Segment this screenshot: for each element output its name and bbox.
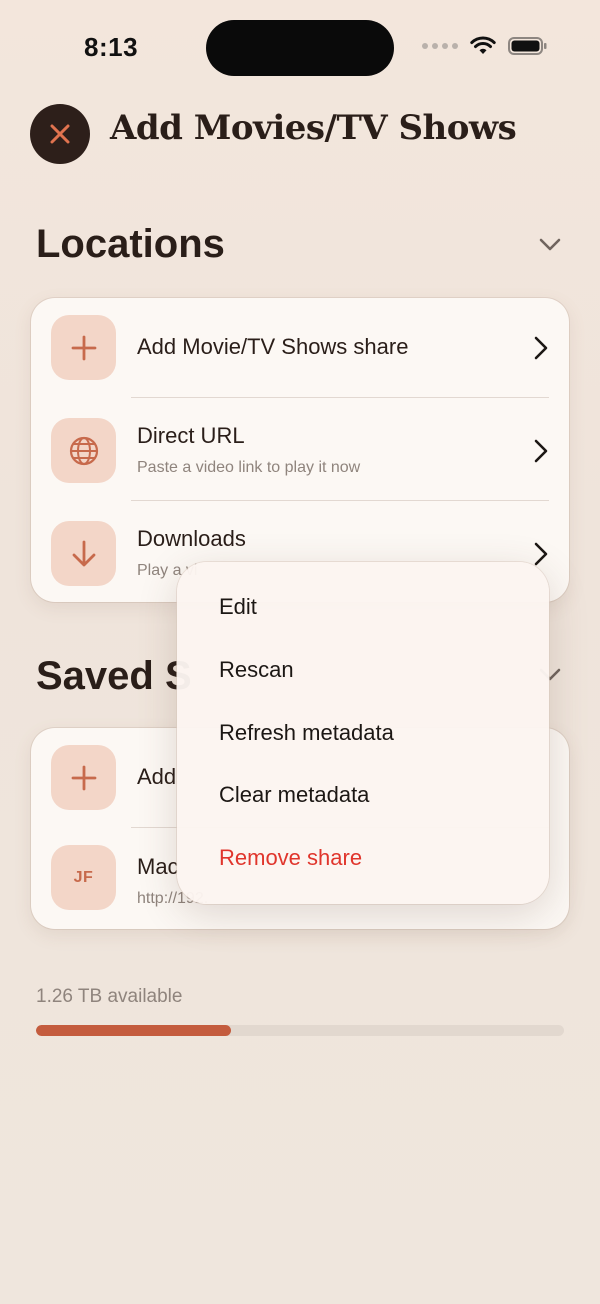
menu-item-edit[interactable]: Edit — [219, 594, 257, 620]
chevron-right-icon — [534, 336, 548, 360]
wifi-icon — [470, 36, 496, 54]
chevron-down-icon[interactable] — [536, 230, 564, 258]
download-arrow-icon — [72, 540, 95, 566]
status-time: 8:13 — [84, 32, 139, 62]
chevron-right-icon — [534, 542, 548, 566]
row-title: Downloads — [137, 526, 246, 551]
battery-icon — [508, 37, 547, 55]
row-title: Mac — [137, 854, 179, 879]
plus-icon — [71, 765, 96, 790]
menu-item-rescan[interactable]: Rescan — [219, 657, 294, 683]
globe-icon-tile — [51, 418, 116, 483]
dynamic-island — [206, 20, 394, 76]
menu-item-clear-metadata[interactable]: Clear metadata — [219, 782, 369, 808]
plus-icon — [71, 335, 96, 360]
plus-icon-tile — [51, 315, 116, 380]
cellular-signal-icon — [422, 43, 458, 49]
row-title: Direct URL — [137, 423, 245, 448]
plus-icon-tile — [51, 745, 116, 810]
close-button[interactable] — [30, 104, 90, 164]
row-title: Add Movie/TV Shows share — [137, 334, 409, 359]
storage-label: 1.26 TB available — [36, 986, 183, 1007]
screen: 8:13 Add Movies/TV Shows Locations Add M… — [0, 0, 600, 1304]
row-subtitle: Paste a video link to play it now — [137, 459, 361, 476]
page-title: Add Movies/TV Shows — [110, 108, 517, 148]
row-title: Add — [137, 764, 177, 789]
download-icon-tile — [51, 521, 116, 586]
close-icon — [50, 124, 70, 144]
saved-shares-section-title: Saved S — [36, 654, 192, 698]
storage-progress-fill — [36, 1025, 232, 1036]
divider — [131, 500, 549, 501]
globe-icon — [69, 436, 98, 465]
chevron-right-icon — [534, 439, 548, 463]
menu-item-refresh-metadata[interactable]: Refresh metadata — [219, 720, 394, 746]
list-item-direct-url[interactable]: Direct URL Paste a video link to play it… — [31, 401, 569, 504]
status-icons — [422, 36, 548, 56]
storage-progress-bar — [36, 1025, 564, 1036]
menu-item-remove-share[interactable]: Remove share — [219, 845, 362, 871]
context-menu: Edit Rescan Refresh metadata Clear metad… — [177, 562, 549, 904]
avatar: JF — [51, 845, 116, 910]
locations-section-title: Locations — [36, 222, 225, 266]
list-item-add-share[interactable]: Add Movie/TV Shows share — [31, 298, 569, 401]
locations-card: Add Movie/TV Shows share Direct URL Past… — [31, 298, 569, 602]
avatar-initials: JF — [73, 868, 94, 886]
divider — [131, 397, 549, 398]
